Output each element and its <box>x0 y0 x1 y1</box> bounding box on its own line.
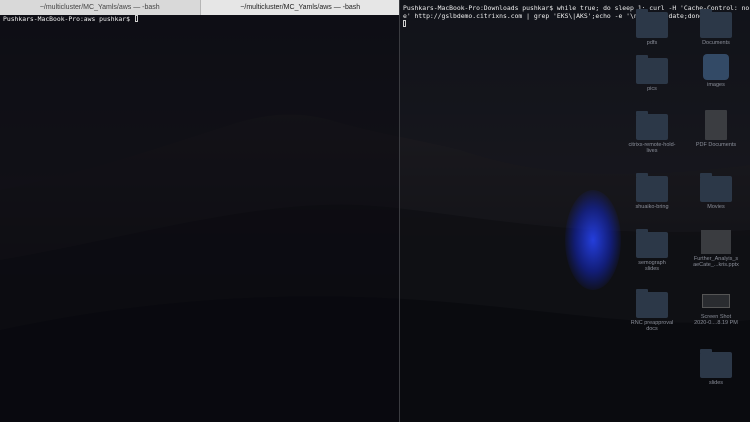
prompt-line: Pushkars-MacBook-Pro:aws pushkar$ <box>0 15 400 23</box>
desktop-item-movies[interactable]: Movies <box>686 173 746 210</box>
screenshot-icon <box>702 294 730 308</box>
app-icon <box>703 54 729 80</box>
desktop-item-semograph[interactable]: semograph slides <box>622 229 682 272</box>
folder-icon <box>636 173 668 202</box>
terminal-pane-left[interactable]: Pushkars-MacBook-Pro:aws pushkar$ <box>0 15 400 422</box>
command-line-1: Pushkars-MacBook-Pro:Downloads pushkar$ … <box>403 4 750 12</box>
terminal-cursor-right <box>403 20 406 27</box>
desktop-item-documents[interactable]: Documents <box>686 9 746 46</box>
desktop-item-screen-shot[interactable]: Screen Shot 2020-0....8.19 PM <box>686 294 746 326</box>
desktop-item-images[interactable]: images <box>686 54 746 88</box>
terminal-tab-bar: ~/multicluster/MC_Yamls/aws — -bash ~/mu… <box>0 0 400 15</box>
desktop-item-slides[interactable]: slides <box>686 349 746 386</box>
cursor-highlight <box>565 190 621 290</box>
pane-divider[interactable] <box>399 0 400 422</box>
desktop-item-citrixs-remote[interactable]: citrixs-remote-hold- lives <box>622 111 682 154</box>
folder-icon <box>636 289 668 318</box>
folder-icon <box>700 9 732 38</box>
folder-icon <box>700 349 732 378</box>
terminal-cursor <box>134 15 138 22</box>
folder-icon <box>636 111 668 140</box>
folder-icon <box>636 55 668 84</box>
tab-bash-1[interactable]: ~/multicluster/MC_Yamls/aws — -bash <box>0 0 200 15</box>
desktop-item-pdfs[interactable]: pdfs <box>622 9 682 46</box>
shell-prompt: Pushkars-MacBook-Pro:aws pushkar$ <box>3 15 130 23</box>
desktop-item-pdf-documents[interactable]: PDF Documents <box>686 110 746 148</box>
desktop-item-shuaiko-bring[interactable]: shuaiko-bring <box>622 173 682 210</box>
tab-bash-2[interactable]: ~/multicluster/MC_Yamls/aws — -bash <box>199 0 400 15</box>
presentation-icon <box>701 230 731 254</box>
desktop-item-pics[interactable]: pics <box>622 55 682 92</box>
document-icon <box>705 110 727 140</box>
desktop-item-rnc-preapproval[interactable]: RNC preapproval docs <box>622 289 682 332</box>
desktop-item-further-analysis[interactable]: Further_Analyis_s aeCate_...kris.pptx <box>686 230 746 268</box>
folder-icon <box>636 229 668 258</box>
folder-icon <box>636 9 668 38</box>
folder-icon <box>700 173 732 202</box>
